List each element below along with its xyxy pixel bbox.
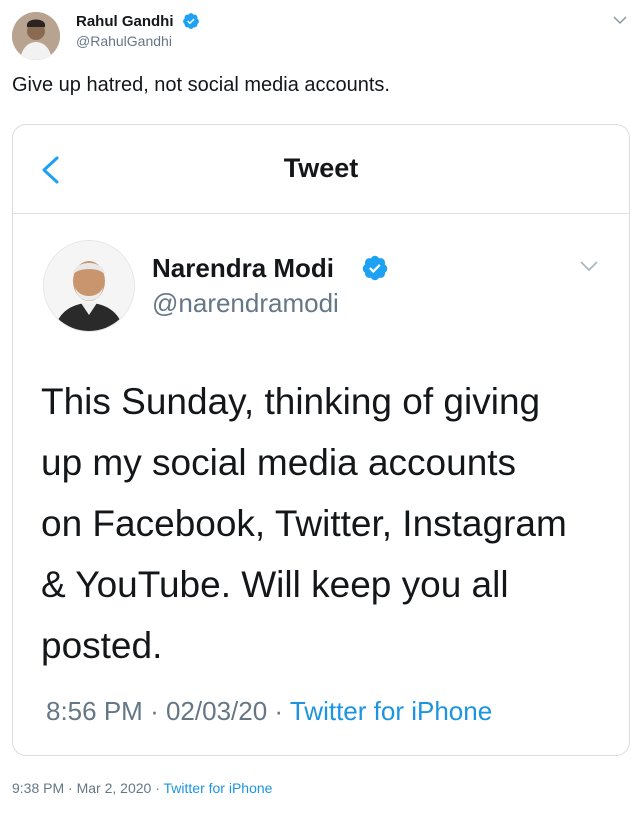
embedded-tweet-screenshot: Tweet Narendra Modi @narendramodi This S… <box>12 124 630 756</box>
tweet-text: Give up hatred, not social media account… <box>12 74 390 96</box>
tweet: Rahul Gandhi @RahulGandhi Give up hatred… <box>0 0 640 813</box>
avatar-photo <box>44 241 134 331</box>
embedded-tweet-text: This Sunday, thinking of giving up my so… <box>41 371 611 676</box>
avatar-photo <box>12 12 60 60</box>
embedded-date: 02/03/20 <box>165 696 268 726</box>
separator: · <box>155 780 160 796</box>
embedded-text-line: posted. <box>41 625 163 666</box>
separator: · <box>150 696 159 726</box>
verified-badge-icon <box>183 13 199 29</box>
embedded-author-avatar <box>43 240 135 332</box>
chevron-down-icon <box>580 261 598 272</box>
verified-badge-icon <box>362 255 388 281</box>
embedded-header: Tweet <box>13 125 629 214</box>
embedded-author-handle: @narendramodi <box>152 288 339 318</box>
embedded-text-line: on Facebook, Twitter, Instagram <box>41 503 567 544</box>
separator: · <box>274 696 284 726</box>
embedded-author-name: Narendra Modi <box>152 253 335 283</box>
tweet-source-link[interactable]: Twitter for iPhone <box>164 780 273 796</box>
embedded-text-line: up my social media accounts <box>41 442 517 483</box>
author-avatar[interactable] <box>12 12 60 60</box>
chevron-down-icon[interactable] <box>612 12 628 28</box>
embedded-text-line: & YouTube. Will keep you all <box>41 564 509 605</box>
tweet-meta: 9:38 PM · Mar 2, 2020 · Twitter for iPho… <box>12 780 272 796</box>
tweet-time[interactable]: 9:38 PM <box>12 780 64 796</box>
tweet-date[interactable]: Mar 2, 2020 <box>77 780 152 796</box>
embedded-header-title: Tweet <box>283 153 359 183</box>
embedded-text-line: This Sunday, thinking of giving <box>41 381 541 422</box>
embedded-source: Twitter for iPhone <box>289 696 493 726</box>
author-handle[interactable]: @RahulGandhi <box>76 33 172 49</box>
author-name[interactable]: Rahul Gandhi <box>76 13 174 30</box>
embedded-time: 8:56 PM <box>46 696 143 726</box>
separator: · <box>68 780 73 796</box>
embedded-tweet-meta: 8:56 PM · 02/03/20 · Twitter for iPhone <box>46 696 492 727</box>
